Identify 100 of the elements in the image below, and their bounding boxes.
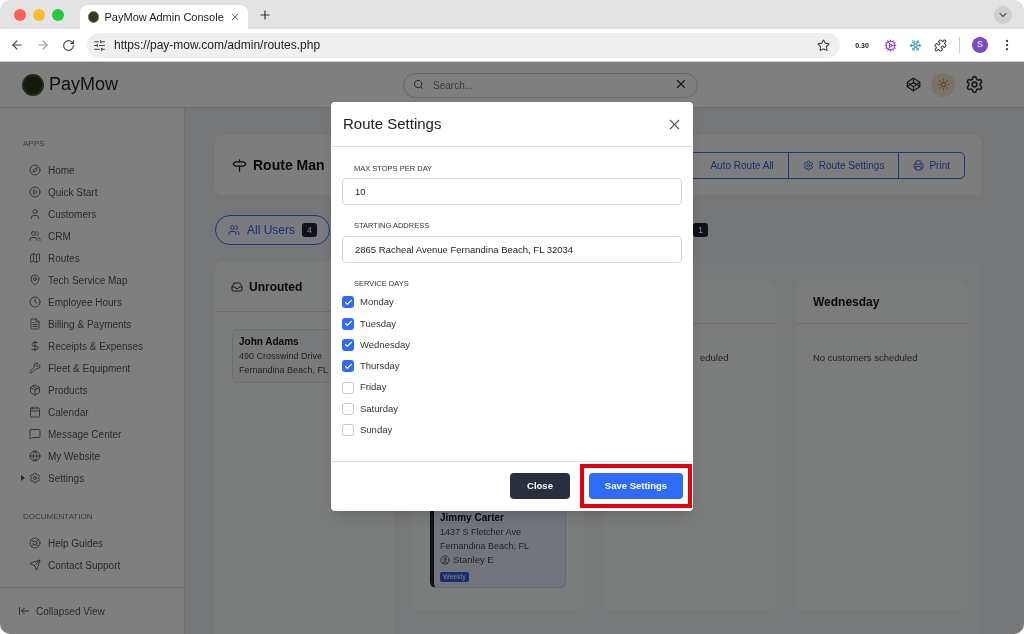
collapse-link[interactable]: Collapsed View [36,603,105,619]
user-filter-tab[interactable]: All Users 4 [215,215,331,245]
reload-icon[interactable] [62,38,75,52]
browser-tab[interactable]: PayMow Admin Console [80,5,248,29]
address-bar[interactable]: https://pay-mow.com/admin/routes.php [87,32,840,58]
users-icon [29,230,41,242]
chat-icon [29,428,41,440]
settings-icon[interactable] [965,75,984,94]
calendar-icon [29,406,41,418]
page-title: Route Man [253,155,325,175]
send-icon [29,559,41,571]
signpost-icon [232,157,247,173]
search-icon [413,79,425,90]
checkbox[interactable] [342,360,354,373]
logo-icon [22,73,44,96]
new-tab-icon[interactable] [258,7,272,22]
tab-list-button[interactable] [994,5,1012,24]
dialog-title: Route Settings [343,113,442,134]
profile-avatar[interactable]: S [972,37,988,53]
customer-address: 490 Crosswind Drive [239,350,323,363]
sun-icon [936,78,950,91]
bookmark-icon[interactable] [817,38,830,52]
customer-name: Jimmy Carter [440,511,504,525]
sidebar-item[interactable]: Billing & Payments [48,316,132,332]
text-field[interactable]: 2865 Racheal Avenue Fernandina Beach, FL 32034 [342,235,682,263]
sidebar-item[interactable]: Fleet & Equipment [48,360,131,376]
globe-icon [29,450,41,462]
extensions-icon[interactable] [934,38,947,52]
snowflake-icon[interactable] [909,38,922,52]
theme-toggle[interactable] [931,72,955,97]
checkbox[interactable] [342,424,354,437]
settings-icon [29,472,41,484]
action-button[interactable]: Print [898,151,965,179]
section-heading: APPS [22,138,46,150]
gear-extension-icon[interactable] [884,38,897,52]
sidebar-item[interactable]: CRM [48,228,71,244]
document-icon [29,318,41,330]
sidebar-item[interactable]: Contact Support [48,557,121,573]
forward-icon[interactable] [36,38,50,52]
day-label: Thursday [360,359,400,374]
cube-icon[interactable] [906,77,921,92]
count-badge: 4 [302,223,318,237]
sidebar-item[interactable]: Receipts & Expenses [48,338,144,354]
user-icon [440,555,450,565]
sidebar-item[interactable]: My Website [48,448,101,464]
sidebar-item[interactable]: Help Guides [48,535,104,551]
checkbox[interactable] [342,339,354,351]
empty-message: eduled [700,352,729,363]
clock-icon [29,296,41,308]
close-tab-icon[interactable] [229,11,240,23]
close-window-button[interactable] [14,8,26,21]
map-pin-icon [29,274,41,286]
sidebar-item[interactable]: Routes [48,250,80,266]
column-title: Wednesday [813,293,880,311]
empty-message: No customers scheduled [813,352,918,363]
column-title: Unrouted [249,278,303,296]
sidebar-item[interactable]: Calendar [48,404,89,420]
user-filter-tab[interactable]: 1 [690,215,712,245]
checkbox[interactable] [342,381,354,394]
sidebar-item[interactable]: Employee Hours [48,294,122,310]
map-icon [29,252,41,264]
caret-icon[interactable] [21,475,25,481]
close-button[interactable]: Close [510,473,570,500]
dollar-icon [29,340,41,352]
settings-icon [802,159,814,171]
action-button[interactable]: Route Settings [787,151,900,179]
save-button[interactable]: Save Settings [589,473,683,500]
back-icon[interactable] [10,38,24,52]
sidebar-item[interactable]: Products [48,382,88,398]
day-label: Friday [360,380,387,395]
checkbox[interactable] [342,296,354,309]
sidebar-item[interactable]: Message Center [48,426,122,442]
play-icon [29,186,41,198]
sidebar-item[interactable]: Settings [48,470,85,486]
logo-icon [88,11,99,23]
sidebar-item[interactable]: Home [48,162,75,178]
customer-address: Fernandina Beach, FL [239,364,329,377]
collapse-icon [18,605,30,617]
day-label: Wednesday [360,337,410,352]
day-label: Sunday [360,423,393,438]
printer-icon [913,159,925,171]
users-icon [228,224,240,236]
technician-name: Stanley E [453,553,494,567]
text-field[interactable]: 10 [342,178,682,206]
compass-icon [29,164,41,176]
checkbox[interactable] [342,402,354,415]
site-settings-icon[interactable] [93,38,106,52]
day-label: Tuesday [360,316,397,331]
lifebuoy-icon [29,537,41,549]
search-field[interactable]: Search... [403,73,699,98]
tab-title: PayMow Admin Console [104,9,224,25]
sidebar-item[interactable]: Quick Start [48,184,98,200]
checkbox[interactable] [342,317,354,330]
sidebar-item[interactable]: Customers [48,206,97,222]
package-icon [29,384,41,396]
sidebar-item[interactable]: Tech Service Map [48,272,128,288]
section-heading: DOCUMENTATION [22,511,94,523]
day-label: Monday [360,295,394,310]
customer-address: 1437 S Fletcher Ave [440,526,521,539]
user-icon [29,208,41,220]
